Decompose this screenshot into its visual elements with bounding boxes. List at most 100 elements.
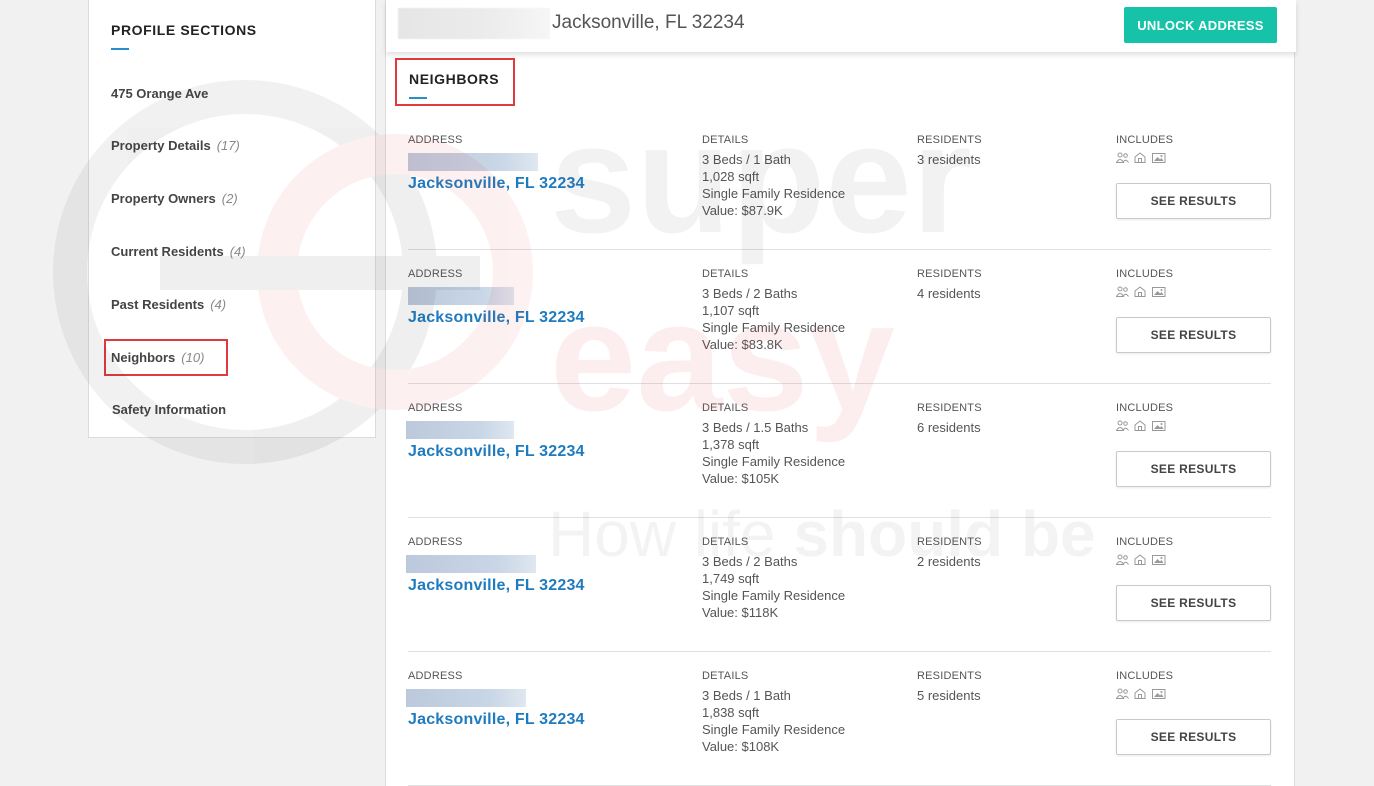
sidebar-item-count: (4) [229, 244, 246, 259]
includes-column-label: INCLUDES [1116, 670, 1174, 682]
neighbor-address-link[interactable]: Jacksonville, FL 32234 [408, 309, 585, 327]
neighbor-property-type: Single Family Residence [702, 722, 846, 737]
sidebar-item-label: Property Details [111, 138, 211, 153]
address-topbar: Jacksonville, FL 32234 UNLOCK ADDRESS [386, 0, 1296, 52]
see-results-button[interactable]: SEE RESULTS [1116, 317, 1271, 353]
redacted-street-address [398, 8, 550, 39]
neighbor-beds-baths: 3 Beds / 1 Bath [702, 152, 791, 167]
address-column-label: ADDRESS [408, 402, 463, 414]
people-icon [1115, 688, 1129, 699]
includes-column-label: INCLUDES [1116, 402, 1174, 414]
house-icon [1134, 688, 1146, 699]
includes-icons [1115, 152, 1166, 166]
redacted-street-address [406, 555, 536, 573]
details-column-label: DETAILS [702, 402, 749, 414]
sidebar-item-label: Property Owners [111, 191, 216, 206]
includes-column-label: INCLUDES [1116, 134, 1174, 146]
includes-icons [1115, 554, 1166, 568]
neighbor-residents: 3 residents [917, 152, 981, 167]
sidebar-item-past-residents[interactable]: Past Residents (4) [111, 297, 226, 312]
redacted-street-address [406, 689, 526, 707]
neighbor-address-link[interactable]: Jacksonville, FL 32234 [408, 175, 585, 193]
neighbor-beds-baths: 3 Beds / 1.5 Baths [702, 420, 809, 435]
neighbor-beds-baths: 3 Beds / 2 Baths [702, 286, 798, 301]
neighbor-residents: 4 residents [917, 286, 981, 301]
photo-icon [1151, 287, 1166, 297]
people-icon [1115, 554, 1129, 565]
address-column-label: ADDRESS [408, 134, 463, 146]
neighbor-value: Value: $83.8K [702, 337, 783, 352]
details-column-label: DETAILS [702, 268, 749, 280]
sidebar-title: PROFILE SECTIONS [111, 22, 257, 38]
sidebar-title-underline [111, 48, 129, 50]
includes-icons [1115, 286, 1166, 300]
residents-column-label: RESIDENTS [917, 268, 982, 280]
neighbor-sqft: 1,028 sqft [702, 169, 760, 184]
details-column-label: DETAILS [702, 134, 749, 146]
redacted-street-address [408, 287, 514, 305]
neighbor-sqft: 1,378 sqft [702, 437, 760, 452]
neighbor-beds-baths: 3 Beds / 2 Baths [702, 554, 798, 569]
neighbor-sqft: 1,838 sqft [702, 705, 760, 720]
neighbor-row: ADDRESS DETAILS RESIDENTS INCLUDES Jacks… [406, 518, 1271, 652]
sidebar-item-current-residents[interactable]: Current Residents (4) [111, 244, 246, 259]
neighbor-row: ADDRESS DETAILS RESIDENTS INCLUDES Jacks… [406, 384, 1271, 518]
address-column-label: ADDRESS [408, 268, 463, 280]
neighbor-address-link[interactable]: Jacksonville, FL 32234 [408, 577, 585, 595]
sidebar-item-safety-information[interactable]: Safety Information [112, 402, 226, 417]
photo-icon [1151, 153, 1166, 163]
address-column-label: ADDRESS [408, 536, 463, 548]
sidebar-item-count: (17) [216, 138, 240, 153]
topbar-address: Jacksonville, FL 32234 [552, 12, 745, 33]
sidebar-item-property-details[interactable]: Property Details (17) [111, 138, 240, 153]
sidebar-item-label: 475 Orange Ave [111, 86, 209, 101]
neighbors-highlight-box [104, 339, 228, 376]
redacted-street-address [406, 421, 514, 439]
residents-column-label: RESIDENTS [917, 536, 982, 548]
includes-icons [1115, 688, 1166, 702]
neighbor-row: ADDRESS DETAILS RESIDENTS INCLUDES Jacks… [408, 250, 1271, 384]
people-icon [1115, 420, 1129, 431]
sidebar-item-address[interactable]: 475 Orange Ave [111, 86, 208, 101]
neighbor-sqft: 1,749 sqft [702, 571, 760, 586]
neighbor-residents: 5 residents [917, 688, 981, 703]
residents-column-label: RESIDENTS [917, 402, 982, 414]
see-results-button[interactable]: SEE RESULTS [1116, 451, 1271, 487]
details-column-label: DETAILS [702, 536, 749, 548]
see-results-button[interactable]: SEE RESULTS [1116, 183, 1271, 219]
house-icon [1134, 152, 1146, 163]
profile-sections-sidebar: PROFILE SECTIONS 475 Orange Ave Property… [88, 0, 376, 438]
sidebar-item-label: Safety Information [112, 402, 227, 417]
sidebar-item-label: Current Residents [111, 244, 224, 259]
neighbor-address-link[interactable]: Jacksonville, FL 32234 [408, 711, 585, 729]
section-title-highlight-box [395, 58, 515, 106]
neighbor-beds-baths: 3 Beds / 1 Bath [702, 688, 791, 703]
residents-column-label: RESIDENTS [917, 134, 982, 146]
photo-icon [1151, 555, 1166, 565]
neighbor-value: Value: $87.9K [702, 203, 783, 218]
sidebar-item-count: (4) [210, 297, 227, 312]
neighbor-property-type: Single Family Residence [702, 454, 846, 469]
people-icon [1115, 286, 1129, 297]
neighbor-sqft: 1,107 sqft [702, 303, 760, 318]
details-column-label: DETAILS [702, 670, 749, 682]
unlock-address-button[interactable]: UNLOCK ADDRESS [1124, 7, 1277, 43]
address-column-label: ADDRESS [408, 670, 463, 682]
includes-column-label: INCLUDES [1116, 268, 1174, 280]
neighbor-value: Value: $105K [702, 471, 780, 486]
see-results-button[interactable]: SEE RESULTS [1116, 719, 1271, 755]
house-icon [1134, 420, 1146, 431]
neighbor-residents: 2 residents [917, 554, 981, 569]
see-results-button[interactable]: SEE RESULTS [1116, 585, 1271, 621]
neighbor-address-link[interactable]: Jacksonville, FL 32234 [408, 443, 585, 461]
people-icon [1115, 152, 1129, 163]
sidebar-item-property-owners[interactable]: Property Owners (2) [111, 191, 238, 206]
neighbor-property-type: Single Family Residence [702, 186, 846, 201]
neighbor-value: Value: $118K [702, 605, 779, 620]
neighbor-value: Value: $108K [702, 739, 780, 754]
main-panel: Jacksonville, FL 32234 UNLOCK ADDRESS NE… [385, 0, 1296, 786]
photo-icon [1151, 689, 1166, 699]
redacted-street-address [408, 153, 538, 171]
photo-icon [1151, 421, 1166, 431]
residents-column-label: RESIDENTS [917, 670, 982, 682]
